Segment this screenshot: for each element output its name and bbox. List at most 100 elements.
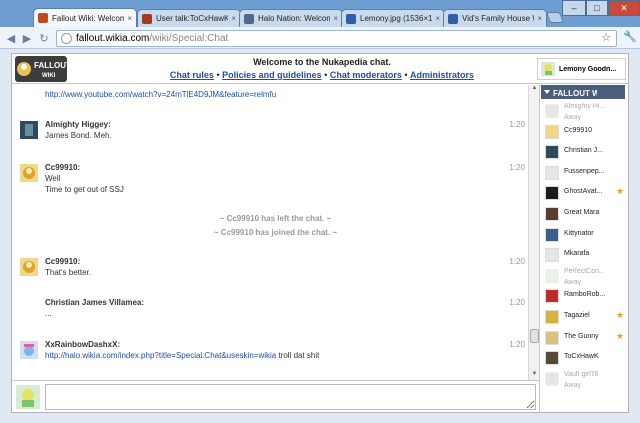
message-link[interactable]: http://www.youtube.com/watch?v=24mTlE4D9… bbox=[45, 90, 276, 99]
favicon-icon bbox=[448, 13, 458, 24]
address-bar[interactable]: fallout.wikia.com/wiki/Special:Chat ☆ bbox=[56, 30, 617, 47]
tab-title: Vid's Family House Wi bbox=[462, 14, 535, 23]
close-tab-icon[interactable]: × bbox=[127, 14, 132, 23]
avatar bbox=[545, 165, 559, 180]
chat-scrollbar[interactable]: ▲ ▼ bbox=[528, 85, 539, 380]
chat-message: Cc99910: 1:20 That's better. bbox=[20, 257, 525, 279]
user-list-item[interactable]: Mkarafa bbox=[545, 247, 627, 265]
user-list-item[interactable]: The Gunny ★ bbox=[545, 330, 627, 348]
browser-tab[interactable]: User talk:ToCxHawK - T× bbox=[137, 9, 241, 27]
message-text: troll dat shit bbox=[276, 351, 320, 360]
back-icon[interactable]: ◀ bbox=[4, 31, 18, 45]
message-text: Well bbox=[45, 174, 61, 183]
message-time: 1:20 bbox=[509, 298, 525, 307]
chat-moderators-link[interactable]: Chat moderators bbox=[330, 70, 402, 80]
user-list-item[interactable]: RamboRob... bbox=[545, 288, 627, 306]
fallout-wiki-logo: FALLOUT WIKI bbox=[15, 56, 67, 82]
avatar bbox=[20, 258, 38, 276]
user-list-item[interactable]: ToCxHawK bbox=[545, 350, 627, 368]
avatar bbox=[541, 62, 555, 76]
user-status: Away bbox=[564, 381, 581, 389]
user-name: The Gunny bbox=[564, 332, 599, 340]
close-tab-icon[interactable]: × bbox=[231, 14, 236, 23]
user-list-item[interactable]: Fussenpep... bbox=[545, 165, 627, 183]
user-list-item[interactable]: PerfectCon... Away bbox=[545, 268, 627, 286]
message-time: 1:20 bbox=[509, 163, 525, 172]
favicon-icon bbox=[142, 13, 152, 24]
message-text: Time to get out of SSJ bbox=[45, 185, 124, 194]
user-list-item[interactable]: Christian J... bbox=[545, 144, 627, 162]
tab-title: Halo Nation: Welcome bbox=[258, 14, 331, 23]
message-author: Cc99910: bbox=[45, 163, 81, 172]
user-name: Vault girl76 bbox=[564, 370, 599, 378]
close-tab-icon[interactable]: × bbox=[333, 14, 338, 23]
inline-alert: ~ Cc99910 has left the chat. ~ bbox=[219, 214, 332, 223]
browser-tab[interactable]: Fallout Wiki: Welcome × bbox=[33, 8, 137, 27]
svg-text:FALLOUT: FALLOUT bbox=[34, 61, 67, 70]
user-list-item[interactable]: GhostAvat... ★ bbox=[545, 185, 627, 203]
user-status: Away bbox=[564, 114, 581, 121]
favicon-icon bbox=[38, 13, 48, 23]
user-name: Great Mara bbox=[564, 209, 600, 216]
user-name: Tagaziel bbox=[564, 312, 590, 319]
avatar bbox=[545, 330, 559, 345]
message-input[interactable] bbox=[45, 384, 536, 410]
self-user[interactable]: Lemony Goodn... bbox=[537, 58, 626, 80]
user-name: PerfectCon... bbox=[564, 267, 605, 275]
tab-title: Lemony.jpg (1536×153 bbox=[360, 14, 433, 23]
chat-rules-link[interactable]: Chat rules bbox=[170, 70, 214, 80]
scroll-thumb[interactable] bbox=[530, 329, 539, 343]
administrators-link[interactable]: Administrators bbox=[410, 70, 474, 80]
browser-tab[interactable]: Halo Nation: Welcome × bbox=[239, 9, 343, 27]
inline-alert: ~ Cc99910 has joined the chat. ~ bbox=[213, 228, 338, 237]
user-list-item[interactable]: Great Mara bbox=[545, 206, 627, 224]
user-list-item[interactable]: Tagaziel ★ bbox=[545, 309, 627, 327]
admin-star-icon: ★ bbox=[616, 186, 625, 197]
close-window-button[interactable]: ✕ bbox=[608, 0, 640, 16]
message-link[interactable]: http://halo.wikia.com/index.php?title=Sp… bbox=[45, 351, 276, 360]
svg-text:FALLOUT WIKI: FALLOUT WIKI bbox=[553, 89, 597, 98]
chat-message: XxRainbowDashxX: 1:20 http://halo.wikia.… bbox=[20, 340, 525, 362]
forward-icon[interactable]: ▶ bbox=[20, 31, 34, 45]
user-name: Almighty Hi... bbox=[564, 103, 606, 110]
chat-message: Cc99910: 1:20 Well Time to get out of SS… bbox=[20, 163, 525, 197]
tab-title: Fallout Wiki: Welcome bbox=[52, 13, 125, 23]
user-list: FALLOUT WIKI Almighty Hi... Away Cc99910 Ch… bbox=[539, 85, 628, 412]
user-list-item[interactable]: Almighty Hi... Away bbox=[545, 103, 627, 121]
wiki-header[interactable]: FALLOUT WIKI bbox=[541, 85, 625, 99]
avatar bbox=[545, 351, 559, 366]
avatar bbox=[20, 341, 38, 359]
user-name: Mkarafa bbox=[564, 250, 590, 258]
user-list-item[interactable]: Kittynator bbox=[545, 227, 627, 245]
avatar bbox=[545, 248, 559, 263]
message-author: Almighty Higgey: bbox=[45, 120, 111, 129]
message-time: 1:20 bbox=[509, 257, 525, 266]
avatar bbox=[20, 164, 38, 182]
avatar bbox=[545, 104, 559, 118]
message-time: 1:20 bbox=[509, 340, 525, 349]
close-tab-icon[interactable]: × bbox=[435, 14, 440, 23]
avatar bbox=[20, 121, 38, 139]
chat-welcome: Welcome to the Nukapedia chat. bbox=[253, 57, 391, 67]
user-name: GhostAvat... bbox=[564, 188, 603, 196]
close-tab-icon[interactable]: × bbox=[537, 14, 542, 23]
user-name: Cc99910 bbox=[564, 126, 593, 134]
browser-tab[interactable]: Lemony.jpg (1536×153× bbox=[341, 9, 445, 27]
user-name: Christian J... bbox=[564, 147, 603, 155]
avatar bbox=[545, 207, 559, 221]
policies-link[interactable]: Policies and guidelines bbox=[222, 70, 322, 80]
reload-icon[interactable]: ↻ bbox=[37, 31, 51, 45]
message-author: Cc99910: bbox=[45, 257, 81, 266]
browser-tab[interactable]: Vid's Family House Wi × bbox=[443, 9, 547, 27]
user-list-item[interactable]: Vault girl76 Away bbox=[545, 371, 627, 389]
avatar bbox=[545, 145, 559, 160]
message-time: 1:20 bbox=[509, 120, 525, 129]
bookmark-star-icon[interactable]: ☆ bbox=[601, 31, 611, 44]
wrench-icon[interactable]: 🔧 bbox=[623, 30, 637, 44]
user-name: Kittynator bbox=[564, 229, 594, 237]
chat-header: FALLOUT WIKI Welcome to the Nukapedia ch… bbox=[12, 54, 628, 84]
user-list-item[interactable]: Cc99910 bbox=[545, 124, 627, 142]
maximize-button[interactable]: □ bbox=[586, 0, 608, 16]
admin-star-icon: ★ bbox=[616, 310, 625, 320]
minimize-button[interactable]: – bbox=[562, 0, 586, 16]
